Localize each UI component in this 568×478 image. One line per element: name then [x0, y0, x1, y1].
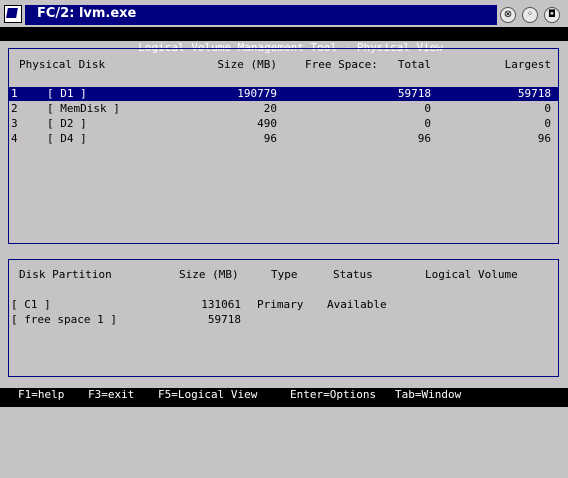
physical-disk-panel[interactable]: Physical Disk Size (MB) Free Space: Tota…: [8, 48, 559, 244]
view-title-bar: Logical Volume Management Tool - Physica…: [0, 27, 568, 54]
partition-name[interactable]: [ free space 1 ]: [11, 313, 117, 327]
logical-view-key[interactable]: F5=Logical View: [158, 388, 257, 402]
col-partition-size: Size (MB): [179, 268, 239, 281]
partition-name[interactable]: [ C1 ]: [11, 298, 51, 312]
disk-free-total: 0: [424, 102, 431, 115]
disk-free-largest: 59718: [517, 87, 551, 100]
disk-size: 190779: [237, 87, 277, 100]
row-number: 3: [11, 117, 18, 130]
app-window-icon[interactable]: [4, 5, 22, 23]
partition-size: 59718: [207, 313, 241, 326]
col-type: Type: [271, 268, 298, 281]
disk-size: 490: [257, 117, 277, 130]
row-number: 2: [11, 102, 18, 115]
row-number: 4: [11, 132, 18, 145]
function-key-bar: F1=help F3=exit F5=Logical View Enter=Op…: [0, 388, 568, 407]
partition-status: Available: [327, 298, 387, 311]
partition-size: 131061: [201, 298, 241, 311]
table-row-selected[interactable]: [9, 87, 558, 101]
tab-window-key[interactable]: Tab=Window: [395, 388, 461, 402]
row-number: 1: [11, 87, 18, 100]
col-largest: Largest: [504, 58, 551, 71]
col-disk-partition: Disk Partition: [19, 268, 112, 281]
help-key[interactable]: F1=help: [18, 388, 64, 402]
options-key[interactable]: Enter=Options: [290, 388, 376, 402]
col-logical-volume: Logical Volume: [425, 268, 518, 281]
disk-free-total: 96: [417, 132, 431, 145]
minimize-button[interactable]: ◦: [522, 7, 538, 23]
disk-partition-panel[interactable]: Disk Partition Size (MB) Type Status Log…: [8, 259, 559, 377]
disk-free-largest: 0: [544, 102, 551, 115]
col-status: Status: [333, 268, 373, 281]
disk-name[interactable]: [ D2 ]: [47, 117, 87, 131]
disk-name[interactable]: [ D4 ]: [47, 132, 87, 146]
exit-key[interactable]: F3=exit: [88, 388, 134, 402]
col-free-space: Free Space:: [305, 58, 378, 71]
disk-name[interactable]: [ D1 ]: [47, 87, 87, 101]
disk-free-largest: 96: [537, 132, 551, 145]
col-physical-disk: Physical Disk: [19, 58, 106, 71]
disk-size: 96: [263, 132, 277, 145]
col-total: Total: [397, 58, 431, 71]
disk-free-total: 59718: [397, 87, 431, 100]
disk-size: 20: [263, 102, 277, 115]
partition-type: Primary: [257, 298, 304, 311]
window-title: FC/2: lvm.exe: [37, 6, 137, 21]
disk-free-largest: 0: [544, 117, 551, 130]
close-button[interactable]: ⊗: [500, 7, 516, 23]
col-size: Size (MB): [217, 58, 277, 71]
maximize-button[interactable]: ◘: [544, 7, 560, 23]
disk-free-total: 0: [424, 117, 431, 130]
disk-name[interactable]: [ MemDisk ]: [47, 102, 120, 116]
